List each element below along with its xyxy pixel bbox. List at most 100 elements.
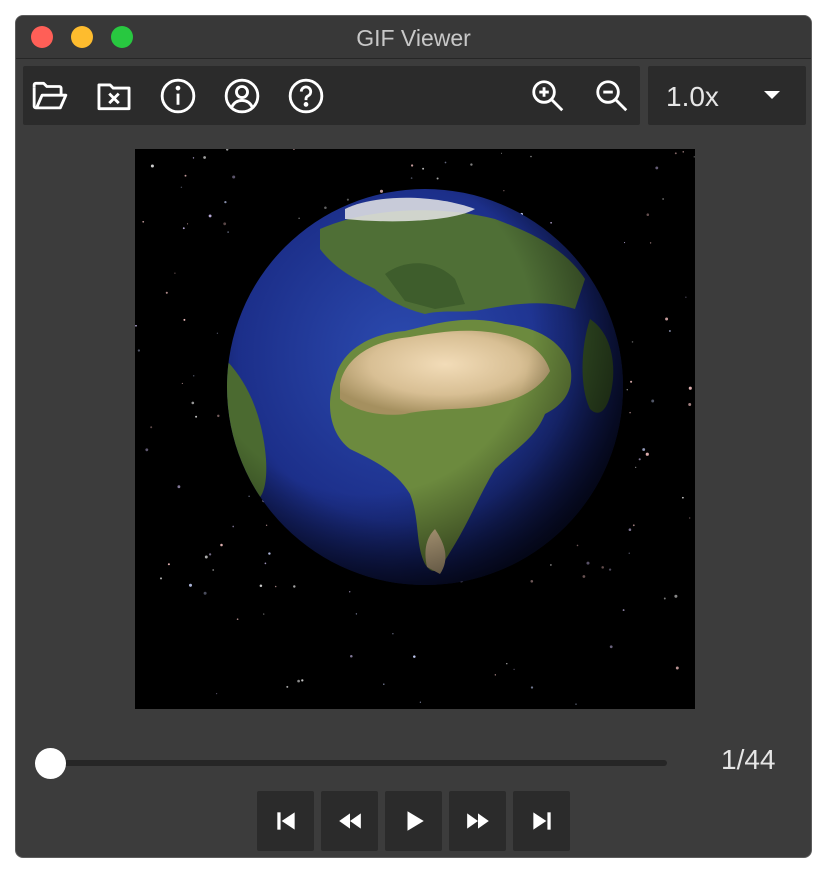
- zoom-out-button[interactable]: [591, 75, 633, 117]
- star: [167, 563, 170, 566]
- star: [689, 517, 691, 519]
- star: [177, 485, 181, 489]
- frame-slider-thumb[interactable]: [35, 748, 66, 779]
- star: [693, 156, 695, 158]
- star: [184, 174, 187, 177]
- star: [212, 569, 215, 571]
- star: [651, 399, 655, 403]
- star: [436, 177, 439, 180]
- skip-to-end-icon: [532, 812, 551, 830]
- open-folder-icon: [32, 81, 68, 110]
- star: [223, 222, 227, 226]
- star: [274, 585, 277, 588]
- frame-counter: 1/44: [721, 744, 776, 775]
- info-icon: [160, 78, 196, 114]
- star: [609, 645, 613, 649]
- star: [204, 555, 208, 559]
- star: [550, 564, 552, 566]
- next-frame-button[interactable]: [449, 791, 506, 851]
- star: [150, 426, 153, 429]
- star: [265, 524, 268, 526]
- star: [263, 613, 265, 615]
- star: [150, 164, 154, 168]
- star: [187, 223, 189, 225]
- help-button[interactable]: [285, 75, 327, 117]
- earth-animation-frame: [135, 149, 695, 705]
- star: [301, 679, 304, 682]
- star: [297, 679, 300, 683]
- chevron-down-icon: [764, 91, 780, 99]
- star: [203, 591, 207, 595]
- star: [470, 163, 473, 166]
- star: [410, 177, 413, 179]
- star: [642, 448, 646, 451]
- star: [392, 633, 394, 635]
- close-file-button[interactable]: [93, 75, 135, 117]
- star: [346, 198, 349, 201]
- star: [350, 655, 353, 658]
- zoom-in-icon: [532, 80, 564, 112]
- previous-frame-button[interactable]: [321, 791, 378, 851]
- gif-frame-viewport: [135, 149, 695, 709]
- star: [324, 206, 327, 209]
- star: [159, 577, 163, 580]
- star: [192, 374, 195, 377]
- star: [419, 701, 421, 703]
- skip-to-start-icon: [276, 812, 295, 830]
- star: [165, 291, 168, 294]
- first-frame-button[interactable]: [257, 791, 314, 851]
- star: [192, 157, 195, 159]
- star: [506, 663, 508, 665]
- star: [183, 318, 186, 321]
- toolbar: [23, 66, 640, 125]
- star: [203, 156, 206, 159]
- star: [227, 231, 229, 233]
- star: [191, 401, 195, 405]
- star: [674, 152, 677, 155]
- star: [220, 543, 223, 547]
- star: [582, 575, 586, 578]
- star: [180, 186, 183, 188]
- star: [628, 528, 632, 531]
- rewind-icon: [338, 813, 361, 829]
- star: [662, 198, 664, 200]
- title-bar[interactable]: GIF Viewer: [16, 16, 811, 59]
- account-button[interactable]: [221, 75, 263, 117]
- star: [655, 166, 659, 170]
- frame-slider-track[interactable]: [49, 760, 667, 766]
- star: [638, 458, 641, 461]
- star: [550, 222, 552, 224]
- star: [665, 317, 669, 321]
- star: [608, 568, 612, 571]
- last-frame-button[interactable]: [513, 791, 570, 851]
- star: [135, 324, 137, 327]
- star: [181, 382, 183, 384]
- star: [145, 448, 149, 452]
- star: [444, 161, 447, 164]
- star: [413, 655, 416, 658]
- star: [182, 227, 185, 230]
- star: [601, 566, 604, 569]
- zoom-in-button[interactable]: [527, 75, 569, 117]
- play-button[interactable]: [385, 791, 442, 851]
- star: [293, 585, 296, 588]
- zoom-level-dropdown[interactable]: 1.0x: [648, 66, 806, 125]
- star: [188, 583, 193, 587]
- star: [646, 213, 650, 216]
- open-file-button[interactable]: [29, 75, 71, 117]
- star: [530, 155, 532, 158]
- star: [224, 200, 227, 204]
- star: [292, 149, 295, 150]
- star: [298, 217, 300, 219]
- star: [626, 389, 628, 391]
- star: [500, 152, 503, 154]
- fast-forward-icon: [466, 813, 489, 829]
- star: [494, 674, 496, 676]
- star: [682, 496, 684, 499]
- star: [232, 175, 236, 179]
- play-icon: [407, 811, 424, 831]
- star: [513, 668, 515, 671]
- info-button[interactable]: [157, 75, 199, 117]
- star: [248, 495, 250, 497]
- star: [685, 296, 687, 298]
